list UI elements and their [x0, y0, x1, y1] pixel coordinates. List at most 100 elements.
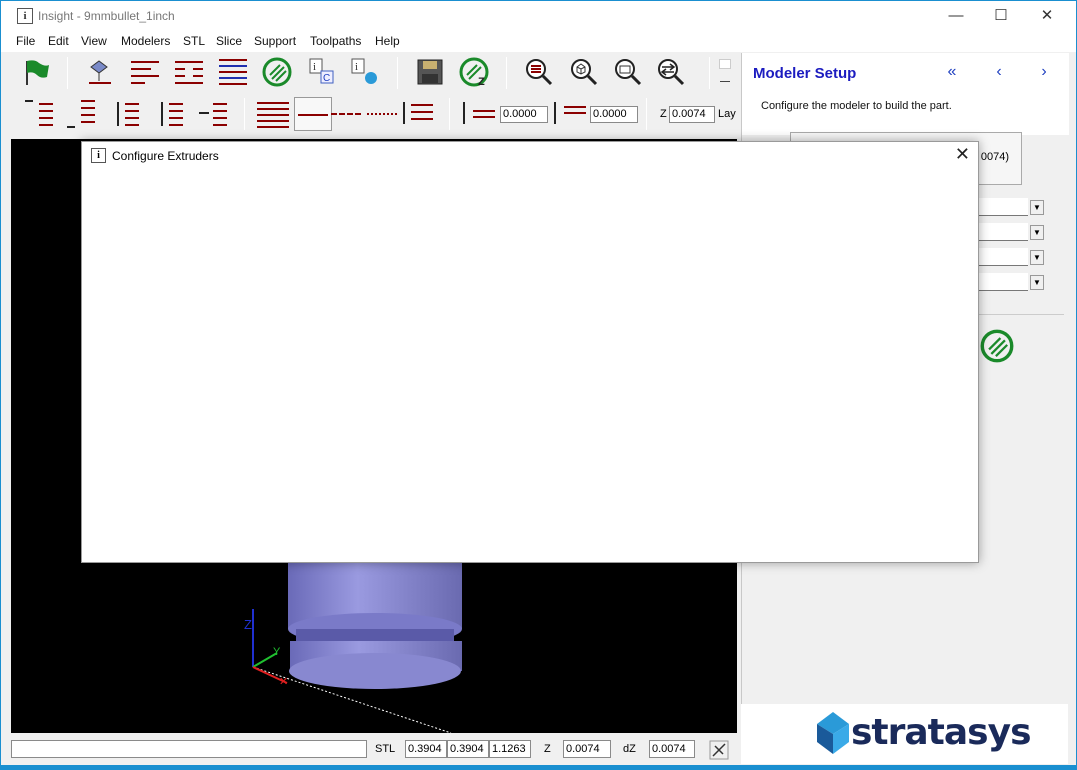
layer-label: Lay [718, 108, 736, 120]
stl-x-size: 0.3904 [405, 740, 447, 758]
single-layer-toggle[interactable] [294, 97, 332, 131]
toolpath-icon[interactable] [980, 329, 1014, 363]
svg-text:i: i [355, 61, 358, 73]
svg-text:i: i [313, 61, 316, 73]
status-bar: STL 0.3904 0.3904 1.1263 Z 0.0074 dZ 0.0… [1, 736, 741, 764]
toolpath-icon[interactable] [262, 57, 292, 87]
setting-dropdown-2[interactable]: ▼ [978, 223, 1044, 241]
info-curve-icon[interactable]: iC [307, 57, 337, 87]
toolbar-separator [67, 57, 68, 89]
goto-layer-icon[interactable] [199, 100, 229, 128]
panel-header: Modeler Setup « ‹ › Configure the modele… [742, 53, 1069, 135]
panel-title: Modeler Setup [753, 65, 857, 82]
last-layer-icon[interactable] [67, 100, 97, 128]
z-label: Z [660, 108, 667, 120]
all-layers-icon[interactable] [257, 100, 289, 128]
dialog-title: Configure Extruders [112, 149, 219, 163]
chevron-down-icon[interactable]: ▼ [1030, 200, 1044, 215]
z-height-input[interactable]: 0.0074 [669, 106, 715, 123]
menu-modelers[interactable]: Modelers [121, 34, 170, 48]
toolbar-separator [646, 98, 647, 130]
status-z-label: Z [544, 743, 551, 755]
close-button[interactable]: ✕ [1024, 1, 1070, 32]
dialog-close-button[interactable]: ✕ [955, 144, 970, 165]
info-path-icon[interactable]: i [349, 57, 379, 87]
menu-slice[interactable]: Slice [216, 34, 242, 48]
menu-view[interactable]: View [81, 34, 107, 48]
y-axis-label: Y [273, 646, 281, 658]
window-title: Insight - 9mmbullet_1inch [38, 9, 175, 23]
toolpath-z-icon[interactable]: Z [459, 57, 489, 87]
configure-extruders-dialog: i Configure Extruders ✕ [81, 141, 979, 563]
status-z-value: 0.0074 [563, 740, 611, 758]
offset-top-icon[interactable] [463, 102, 497, 126]
nav-first-button[interactable]: « [940, 63, 964, 83]
menu-file[interactable]: File [16, 34, 35, 48]
stratasys-wordmark: stratasys [851, 712, 1032, 753]
zoom-window-icon[interactable] [613, 57, 643, 87]
toolbar-separator [709, 57, 710, 89]
menu-edit[interactable]: Edit [48, 34, 69, 48]
stratasys-logo-mark [817, 712, 849, 754]
toolbar-separator [244, 98, 245, 130]
chevron-down-icon[interactable]: ▼ [1030, 225, 1044, 240]
layer-down-icon[interactable] [157, 100, 187, 128]
slice-curves-icon[interactable] [131, 61, 161, 85]
modeler-config-button-label: 0074) [980, 151, 1009, 163]
title-bar: i Insight - 9mmbullet_1inch — ☐ ✕ [1, 1, 1076, 32]
flag-icon[interactable] [21, 57, 51, 87]
x-axis-marker: ✕ [279, 676, 288, 688]
layer-range-dot-icon[interactable] [367, 113, 397, 115]
status-message-field [11, 740, 367, 758]
bracket-layers-icon[interactable] [403, 102, 435, 126]
stl-z-size: 1.1263 [489, 740, 531, 758]
panel-description: Configure the modeler to build the part. [761, 100, 952, 112]
stl-label: STL [375, 743, 396, 755]
chevron-down-icon[interactable]: ▼ [1030, 250, 1044, 265]
merge-curves-icon[interactable] [175, 61, 205, 85]
layers-icon[interactable] [219, 59, 249, 85]
setting-dropdown-1[interactable]: ▼ [978, 198, 1044, 216]
menu-bar: File Edit View Modelers STL Slice Suppor… [1, 32, 1076, 52]
stl-y-size: 0.3904 [447, 740, 489, 758]
offset-top-input[interactable]: 0.0000 [500, 106, 548, 123]
toolbar-separator [397, 57, 398, 89]
save-icon[interactable] [415, 57, 445, 87]
svg-text:Z: Z [478, 76, 485, 87]
curve-toolbar: 0.0000 0.0000 Z 0.0074 Lay [9, 94, 739, 134]
minimize-button[interactable]: — [933, 1, 979, 32]
svg-text:C: C [323, 73, 330, 84]
stl-tool-icon[interactable] [709, 740, 729, 760]
menu-help[interactable]: Help [375, 34, 400, 48]
app-icon: i [17, 8, 33, 24]
zoom-layers-icon[interactable] [524, 57, 554, 87]
nav-prev-button[interactable]: ‹ [987, 63, 1011, 83]
orient-part-icon[interactable] [85, 57, 115, 87]
main-toolbar: iC i Z [9, 53, 739, 95]
menu-toolpaths[interactable]: Toolpaths [310, 34, 361, 48]
setting-dropdown-3[interactable]: ▼ [978, 248, 1044, 266]
layer-up-icon[interactable] [113, 100, 143, 128]
dialog-app-icon: i [91, 148, 106, 163]
layer-range-dash-icon[interactable] [331, 113, 361, 115]
toolbar-separator [449, 98, 450, 130]
toolbar-overflow-line [720, 81, 730, 82]
toolbar-overflow-icon[interactable] [719, 59, 731, 69]
zoom-previous-icon[interactable] [656, 57, 686, 87]
menu-stl[interactable]: STL [183, 34, 205, 48]
menu-support[interactable]: Support [254, 34, 296, 48]
offset-bottom-icon[interactable] [554, 102, 588, 126]
toolbar-separator [506, 57, 507, 89]
zoom-cube-icon[interactable] [569, 57, 599, 87]
first-layer-icon[interactable] [25, 100, 55, 128]
nav-next-button[interactable]: › [1032, 63, 1056, 83]
status-dz-label: dZ [623, 743, 636, 755]
main-window: i Insight - 9mmbullet_1inch — ☐ ✕ File E… [0, 0, 1077, 766]
offset-bottom-input[interactable]: 0.0000 [590, 106, 638, 123]
chevron-down-icon[interactable]: ▼ [1030, 275, 1044, 290]
stratasys-logo: stratasys [741, 704, 1068, 764]
setting-dropdown-4[interactable]: ▼ [978, 273, 1044, 291]
z-axis-label: Z [244, 617, 252, 632]
maximize-button[interactable]: ☐ [978, 1, 1024, 32]
status-dz-value: 0.0074 [649, 740, 695, 758]
